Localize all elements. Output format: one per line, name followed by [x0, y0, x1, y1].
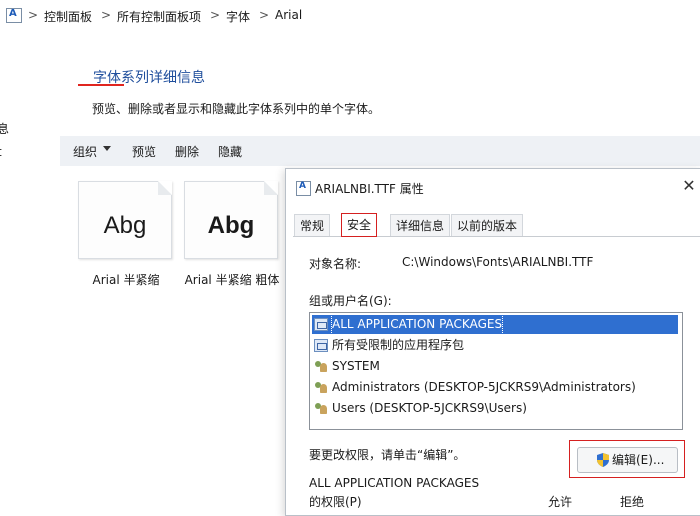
title-annotation-underline [78, 84, 124, 86]
list-item[interactable]: Administrators (DESKTOP-5JCKRS9\Administ… [312, 378, 678, 397]
object-name-value: C:\Windows\Fonts\ARIALNBI.TTF [402, 255, 594, 269]
hide-button[interactable]: 隐藏 [218, 143, 242, 160]
list-item-label: Administrators (DESKTOP-5JCKRS9\Administ… [332, 380, 636, 394]
font-preview-glyph: Abg [207, 212, 255, 239]
list-item-label: Users (DESKTOP-5JCKRS9\Users) [332, 401, 527, 415]
breadcrumb-separator: > [101, 8, 112, 22]
list-item[interactable]: ALL APPLICATION PACKAGES [312, 314, 678, 335]
list-item[interactable]: Users (DESKTOP-5JCKRS9\Users) [312, 399, 678, 418]
page-description: 预览、删除或者显示和隐藏此字体系列中的单个字体。 [92, 102, 381, 116]
font-tile-label[interactable]: Arial 半紧缩 粗体 [178, 272, 286, 289]
tab-details[interactable]: 详细信息 [390, 214, 451, 236]
deny-column-header: 拒绝 [620, 495, 645, 509]
list-item-label: ALL APPLICATION PACKAGES [330, 314, 504, 335]
font-tile-arial-narrow-bold[interactable]: Abg [184, 181, 278, 259]
font-preview-glyph: Abg [103, 212, 147, 239]
breadcrumb-separator: > [259, 8, 270, 22]
breadcrumb-fonts[interactable]: 字体 [226, 8, 250, 25]
font-file-icon [296, 181, 311, 196]
change-permissions-hint: 要更改权限，请单击“编辑”。 [309, 448, 466, 462]
edit-button-label: 编辑(E)... [612, 453, 665, 467]
tab-previous-versions[interactable]: 以前的版本 [451, 214, 524, 236]
font-tile-label[interactable]: Arial 半紧缩 [71, 272, 181, 289]
object-name-label: 对象名称: [309, 257, 362, 271]
delete-button[interactable]: 删除 [175, 143, 199, 160]
list-item[interactable]: SYSTEM [312, 357, 678, 376]
permissions-subject: ALL APPLICATION PACKAGES [309, 476, 480, 490]
breadcrumb-arial[interactable]: Arial [275, 8, 302, 22]
uac-shield-icon [597, 453, 609, 467]
groups-label: 组或用户名(G): [309, 294, 392, 308]
font-tile-arial-narrow[interactable]: Abg [78, 181, 172, 259]
allow-column-header: 允许 [548, 495, 573, 509]
chevron-down-icon[interactable] [103, 146, 111, 151]
dialog-title: ARIALNBI.TTF 属性 [315, 182, 424, 196]
breadcrumb-separator: > [210, 8, 221, 22]
preview-button[interactable]: 预览 [132, 143, 156, 160]
fonts-folder-icon [6, 8, 22, 23]
edit-button[interactable]: 编辑(E)... [577, 447, 678, 473]
clipped-sidebar-text: 息 [0, 122, 10, 136]
list-item-label: 所有受限制的应用程序包 [332, 338, 465, 352]
organize-menu-button[interactable]: 组织 [73, 143, 97, 160]
close-icon[interactable]: ✕ [680, 176, 698, 196]
package-icon [314, 318, 328, 331]
clipped-sidebar-text: t [0, 145, 2, 159]
tab-security[interactable]: 安全 [341, 213, 378, 237]
breadcrumb-control-panel[interactable]: 控制面板 [44, 8, 92, 25]
list-item[interactable]: 所有受限制的应用程序包 [312, 336, 678, 355]
breadcrumb-all-items[interactable]: 所有控制面板项 [117, 8, 201, 25]
list-item-label: SYSTEM [332, 359, 380, 373]
permissions-label: 的权限(P) [309, 495, 362, 509]
package-icon [314, 339, 328, 352]
users-icon [314, 360, 328, 373]
breadcrumb-separator: > [28, 8, 39, 22]
tab-general[interactable]: 常规 [294, 214, 331, 236]
users-icon [314, 381, 328, 394]
users-icon [314, 402, 328, 415]
